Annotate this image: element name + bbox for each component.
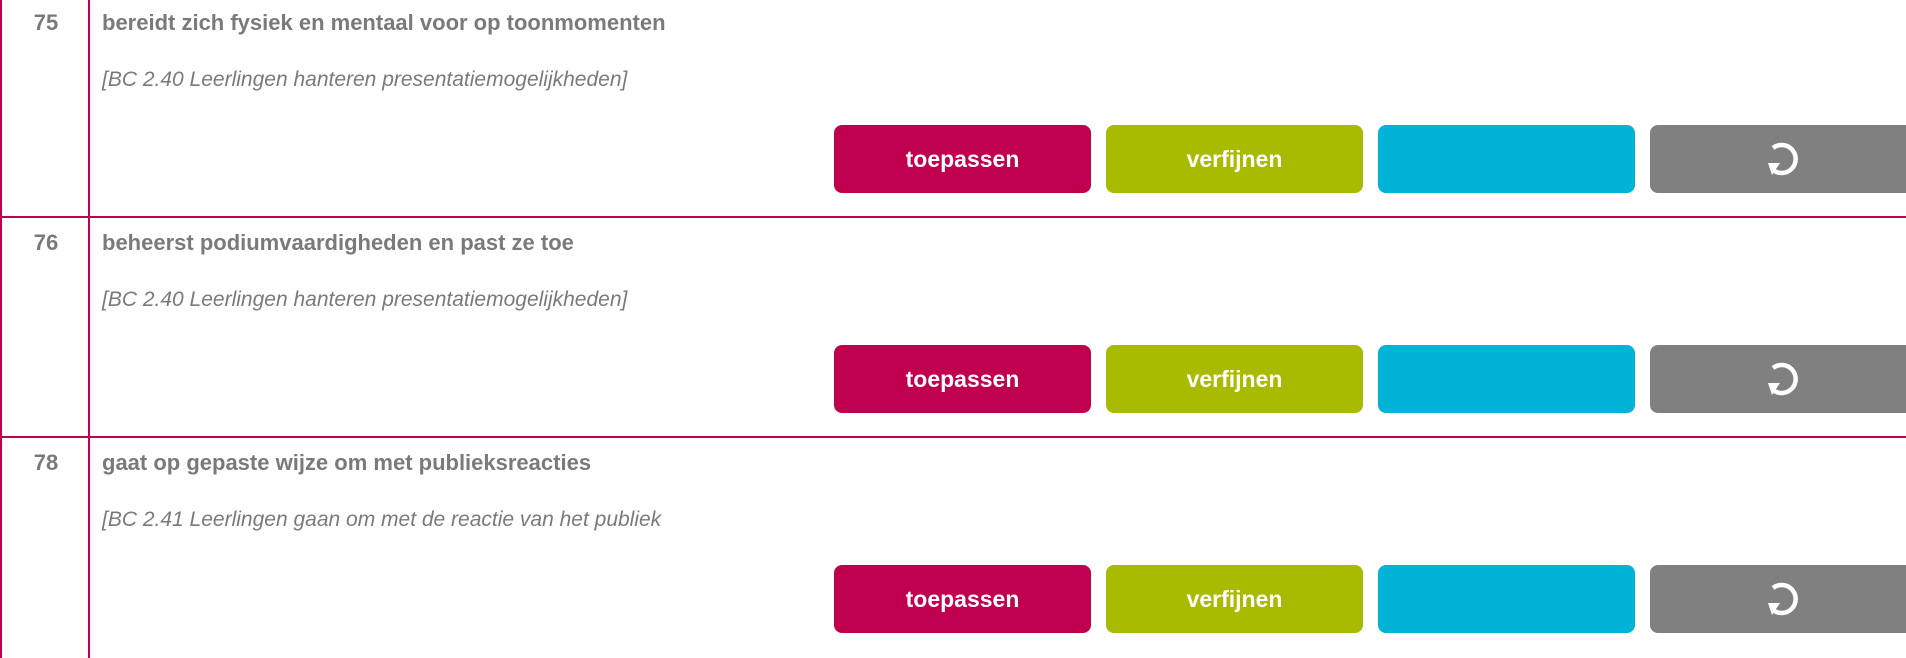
goal-title: gaat op gepaste wijze om met publieksrea… — [102, 450, 592, 475]
goal-row: 76 beheerst podiumvaardigheden en past z… — [0, 218, 1906, 438]
goal-title: beheerst podiumvaardigheden en past ze t… — [102, 230, 574, 255]
reset-button[interactable] — [1650, 345, 1906, 413]
blank-level-button[interactable] — [1378, 345, 1635, 413]
refine-button[interactable]: verfijnen — [1106, 345, 1363, 413]
apply-button[interactable]: toepassen — [834, 345, 1091, 413]
goal-content-cell: bereidt zich fysiek en mentaal voor op t… — [90, 0, 1906, 216]
goal-number-cell: 75 — [2, 0, 90, 216]
refresh-icon — [1768, 582, 1798, 616]
goal-reference: [BC 2.40 Leerlingen hanteren presentatie… — [102, 288, 628, 311]
refine-button[interactable]: verfijnen — [1106, 565, 1363, 633]
goal-content-cell: beheerst podiumvaardigheden en past ze t… — [90, 218, 1906, 436]
goal-number-cell: 76 — [2, 218, 90, 436]
blank-level-button[interactable] — [1378, 565, 1635, 633]
goal-reference: [BC 2.41 Leerlingen gaan om met de react… — [102, 508, 662, 531]
reset-button[interactable] — [1650, 565, 1906, 633]
goal-row: 75 bereidt zich fysiek en mentaal voor o… — [0, 0, 1906, 218]
goal-number: 78 — [33, 450, 59, 475]
apply-button[interactable]: toepassen — [834, 125, 1091, 193]
goal-number: 76 — [33, 230, 59, 255]
blank-level-button[interactable] — [1378, 125, 1635, 193]
goal-content-cell: gaat op gepaste wijze om met publieksrea… — [90, 438, 1906, 658]
refresh-icon — [1768, 362, 1798, 396]
apply-button[interactable]: toepassen — [834, 565, 1091, 633]
goal-title: bereidt zich fysiek en mentaal voor op t… — [102, 10, 666, 35]
goals-table: 75 bereidt zich fysiek en mentaal voor o… — [0, 0, 1906, 658]
reset-button[interactable] — [1650, 125, 1906, 193]
refresh-icon — [1768, 142, 1798, 176]
goal-number: 75 — [33, 10, 59, 35]
goal-row: 78 gaat op gepaste wijze om met publieks… — [0, 438, 1906, 658]
goal-reference: [BC 2.40 Leerlingen hanteren presentatie… — [102, 68, 628, 91]
goal-number-cell: 78 — [2, 438, 90, 658]
refine-button[interactable]: verfijnen — [1106, 125, 1363, 193]
